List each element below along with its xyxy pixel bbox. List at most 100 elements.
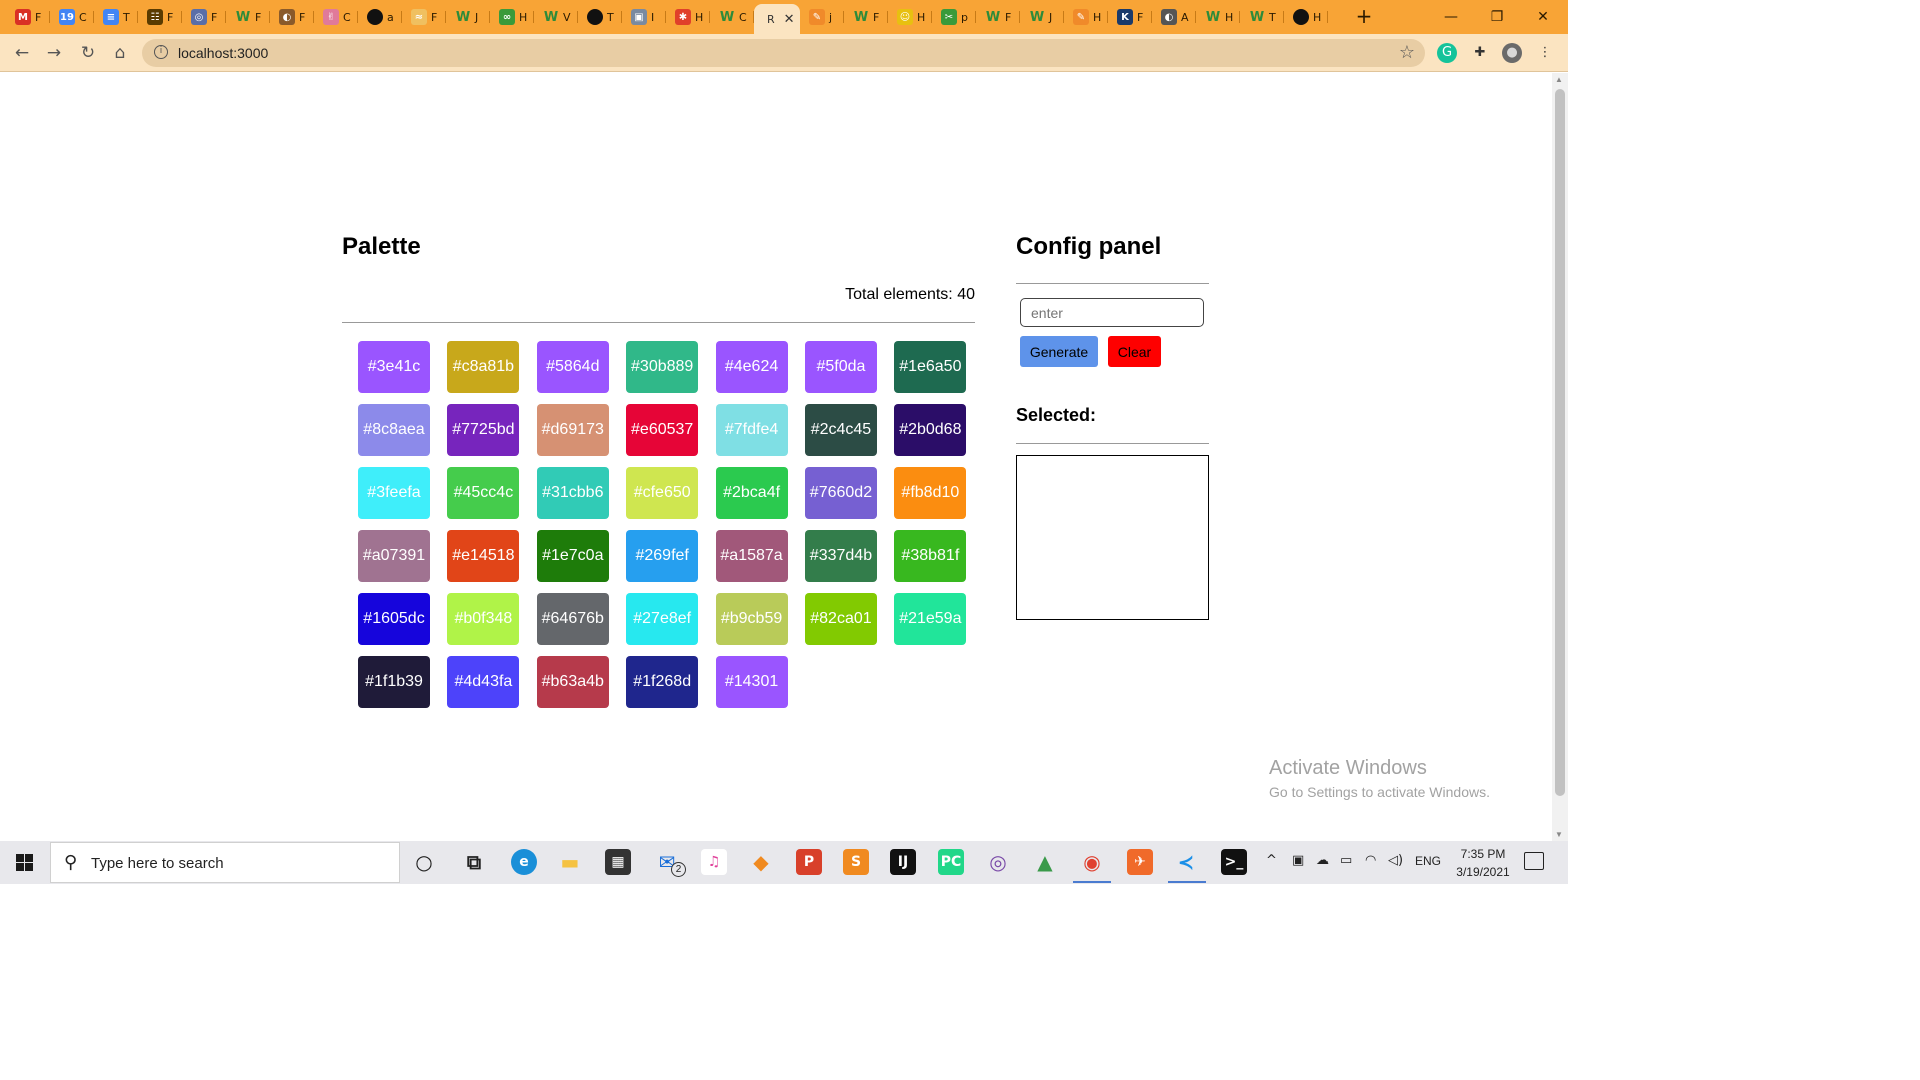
taskbar-clock[interactable]: 7:35 PM 3/19/2021: [1450, 845, 1516, 881]
browser-tab[interactable]: T: [578, 4, 622, 30]
color-swatch[interactable]: #7660d2: [804, 467, 877, 519]
color-swatch[interactable]: #1e6a50: [894, 341, 967, 393]
browser-tab[interactable]: ✌ C: [314, 4, 358, 30]
browser-tab[interactable]: ◎ F: [182, 4, 226, 30]
notification-center-icon[interactable]: [1524, 852, 1544, 870]
color-swatch[interactable]: #82ca01: [804, 593, 877, 645]
color-swatch[interactable]: #a07391: [358, 530, 430, 582]
color-count-input[interactable]: [1020, 298, 1204, 327]
browser-tab[interactable]: ☺ H: [888, 4, 932, 30]
color-swatch[interactable]: #3e41c: [358, 341, 430, 393]
browser-tab[interactable]: WT: [1240, 4, 1284, 30]
address-bar[interactable]: i localhost:3000 ☆: [142, 39, 1425, 67]
close-tab-icon[interactable]: ✕: [784, 11, 795, 27]
browser-tab[interactable]: R ✕: [754, 4, 800, 34]
language-indicator[interactable]: ENG: [1415, 854, 1441, 868]
android-studio-icon[interactable]: ▲: [1032, 849, 1058, 875]
browser-tab[interactable]: MF: [6, 4, 50, 30]
color-swatch[interactable]: #1f268d: [626, 656, 699, 708]
reload-button[interactable]: ↻: [76, 42, 100, 64]
color-swatch[interactable]: #8c8aea: [358, 404, 430, 456]
pycharm-icon[interactable]: PC: [938, 849, 964, 875]
browser-tab[interactable]: WJ: [446, 4, 490, 30]
taskbar-search[interactable]: ⚲ Type here to search: [50, 842, 400, 883]
browser-tab[interactable]: ✎ H: [1064, 4, 1108, 30]
color-swatch[interactable]: #4e624: [715, 341, 788, 393]
home-button[interactable]: ⌂: [108, 42, 132, 64]
color-swatch[interactable]: #e14518: [447, 530, 520, 582]
color-swatch[interactable]: #1e7c0a: [536, 530, 609, 582]
start-button[interactable]: [0, 841, 48, 884]
scroll-down-arrow[interactable]: ▼: [1555, 830, 1563, 839]
color-swatch[interactable]: #b9cb59: [715, 593, 788, 645]
site-info-icon[interactable]: i: [154, 45, 168, 59]
minimize-button[interactable]: —: [1428, 6, 1474, 28]
color-swatch[interactable]: #5f0da: [804, 341, 877, 393]
browser-tab[interactable]: 19 C: [50, 4, 94, 30]
color-swatch[interactable]: #d69173: [536, 404, 609, 456]
browser-tab[interactable]: WF: [844, 4, 888, 30]
menu-icon[interactable]: ⋮: [1535, 43, 1555, 63]
task-view-icon[interactable]: ⧉: [461, 849, 487, 875]
browser-tab[interactable]: WC: [710, 4, 754, 30]
browser-tab[interactable]: ◐ A: [1152, 4, 1196, 30]
volume-icon[interactable]: ◁): [1388, 853, 1403, 868]
scrollbar-thumb[interactable]: [1555, 89, 1565, 796]
color-swatch[interactable]: #c8a81b: [447, 341, 520, 393]
address-url[interactable]: localhost:3000: [178, 45, 268, 61]
sublime-icon[interactable]: S: [843, 849, 869, 875]
color-swatch[interactable]: #5864d: [536, 341, 609, 393]
color-swatch[interactable]: #269fef: [626, 530, 699, 582]
browser-tab[interactable]: ∞ H: [490, 4, 534, 30]
fl-studio-icon[interactable]: ◆: [748, 849, 774, 875]
color-swatch[interactable]: #7725bd: [447, 404, 520, 456]
wifi-icon[interactable]: ◠: [1365, 853, 1376, 868]
color-swatch[interactable]: #30b889: [626, 341, 699, 393]
browser-tab[interactable]: ▣ I: [622, 4, 666, 30]
file-explorer-icon[interactable]: ▬: [557, 849, 583, 875]
bookmark-star-icon[interactable]: ☆: [1399, 42, 1415, 63]
browser-tab[interactable]: ☷ F: [138, 4, 182, 30]
color-swatch[interactable]: #b63a4b: [536, 656, 609, 708]
color-swatch[interactable]: #21e59a: [894, 593, 967, 645]
color-swatch[interactable]: #4d43fa: [447, 656, 520, 708]
browser-tab[interactable]: ≡ T: [94, 4, 138, 30]
browser-tab[interactable]: KF: [1108, 4, 1152, 30]
browser-tab[interactable]: ✂ p: [932, 4, 976, 30]
color-swatch[interactable]: #45cc4c: [447, 467, 520, 519]
forward-button[interactable]: →: [42, 42, 66, 64]
generate-button[interactable]: Generate: [1020, 336, 1098, 367]
browser-tab[interactable]: WH: [1196, 4, 1240, 30]
color-swatch[interactable]: #38b81f: [894, 530, 967, 582]
browser-tab[interactable]: ◐ F: [270, 4, 314, 30]
browser-tab[interactable]: WF: [226, 4, 270, 30]
color-swatch[interactable]: #64676b: [536, 593, 609, 645]
browser-tab[interactable]: ✱ H: [666, 4, 710, 30]
vscode-icon[interactable]: ≺: [1173, 849, 1199, 875]
tor-icon[interactable]: ◎: [985, 849, 1011, 875]
browser-tab[interactable]: WV: [534, 4, 578, 30]
browser-tab[interactable]: WF: [976, 4, 1020, 30]
color-swatch[interactable]: #1f1b39: [358, 656, 430, 708]
back-button[interactable]: ←: [10, 42, 34, 64]
tray-app-icon[interactable]: ▣: [1292, 853, 1304, 868]
postman-icon[interactable]: ✈: [1127, 849, 1153, 875]
restore-button[interactable]: ❐: [1474, 6, 1520, 28]
chrome-icon[interactable]: ◉: [1079, 849, 1105, 875]
color-swatch[interactable]: #31cbb6: [536, 467, 609, 519]
scroll-up-arrow[interactable]: ▲: [1555, 75, 1563, 84]
battery-icon[interactable]: ▭: [1340, 853, 1352, 868]
color-swatch[interactable]: #b0f348: [447, 593, 520, 645]
tray-network-error-icon[interactable]: ☁: [1316, 853, 1329, 868]
browser-tab[interactable]: ✎ j: [800, 4, 844, 30]
browser-tab[interactable]: ≈ F: [402, 4, 446, 30]
color-swatch[interactable]: #7fdfe4: [715, 404, 788, 456]
color-swatch[interactable]: #27e8ef: [626, 593, 699, 645]
page-scrollbar[interactable]: ▲ ▼: [1552, 73, 1568, 841]
avatar-icon[interactable]: ●: [1502, 43, 1522, 63]
color-swatch[interactable]: #3feefa: [358, 467, 430, 519]
clear-button[interactable]: Clear: [1108, 336, 1161, 367]
edge-icon[interactable]: e: [511, 849, 537, 875]
new-tab-button[interactable]: +: [1353, 5, 1375, 27]
browser-tab[interactable]: a: [358, 4, 402, 30]
